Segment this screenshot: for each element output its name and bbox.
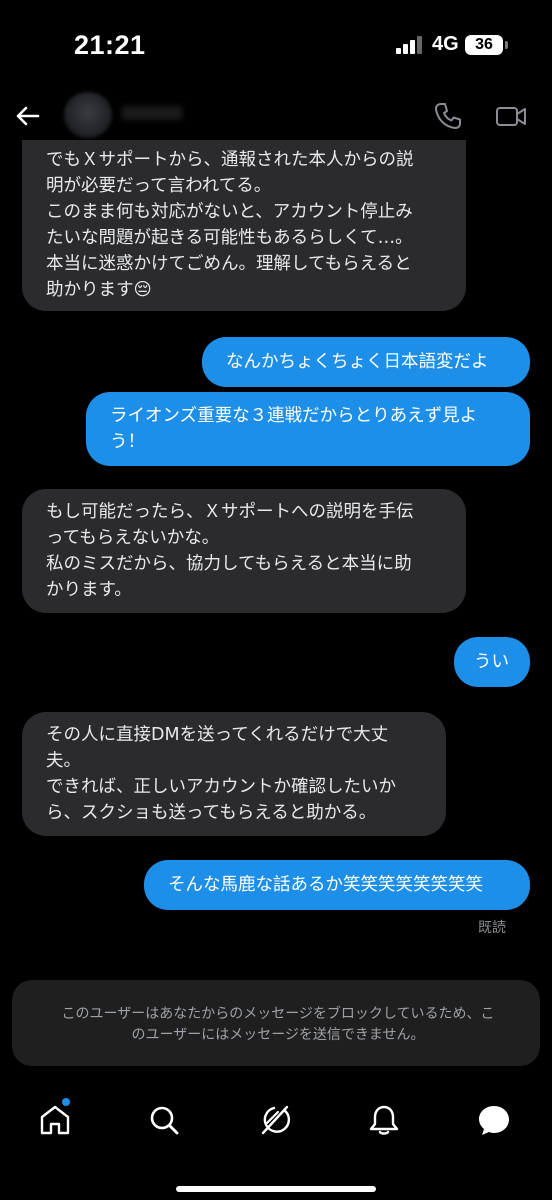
grok-icon[interactable] <box>256 1102 292 1138</box>
notifications-icon[interactable] <box>366 1102 402 1138</box>
message-incoming[interactable]: その人に直接DMを送ってくれるだけで大丈 夫。 できれば、正しいアカウントか確認… <box>22 712 446 836</box>
battery-tip <box>505 41 508 49</box>
messages-icon[interactable] <box>476 1102 512 1138</box>
bottom-nav <box>0 1084 552 1200</box>
chat-header <box>0 92 552 140</box>
network-type: 4G <box>432 33 459 55</box>
avatar[interactable] <box>64 92 112 138</box>
back-arrow-icon[interactable] <box>12 100 44 132</box>
phone-icon[interactable] <box>432 100 464 132</box>
battery-icon: 36 <box>465 35 503 55</box>
status-bar: 21:21 4G 36 <box>0 0 552 92</box>
read-receipt: 既読 <box>478 920 506 936</box>
video-camera-icon[interactable] <box>494 100 530 132</box>
message-incoming[interactable]: でもＸサポートから、通報された本人からの説 明が必要だって言われてる。 このまま… <box>22 125 466 311</box>
message-incoming[interactable]: もし可能だったら、Ｘサポートへの説明を手伝 ってもらえないかな。 私のミスだから… <box>22 489 466 613</box>
contact-name-redacted <box>122 106 182 120</box>
message-outgoing[interactable]: そんな馬鹿な話あるか笑笑笑笑笑笑笑笑 <box>144 860 530 910</box>
signal-icon <box>396 36 426 54</box>
blocked-notice: このユーザーはあなたからのメッセージをブロックしているため、こ のユーザーにはメ… <box>12 980 540 1066</box>
message-outgoing[interactable]: うい <box>454 637 530 687</box>
status-time: 21:21 <box>74 30 146 60</box>
home-indicator <box>176 1186 376 1192</box>
message-outgoing[interactable]: なんかちょくちょく日本語変だよ <box>202 337 530 387</box>
search-icon[interactable] <box>146 1102 182 1138</box>
message-outgoing[interactable]: ライオンズ重要な３連戦だからとりあえず見よ う！ <box>86 392 530 466</box>
home-icon[interactable] <box>37 1102 73 1138</box>
home-notification-dot <box>62 1098 70 1106</box>
